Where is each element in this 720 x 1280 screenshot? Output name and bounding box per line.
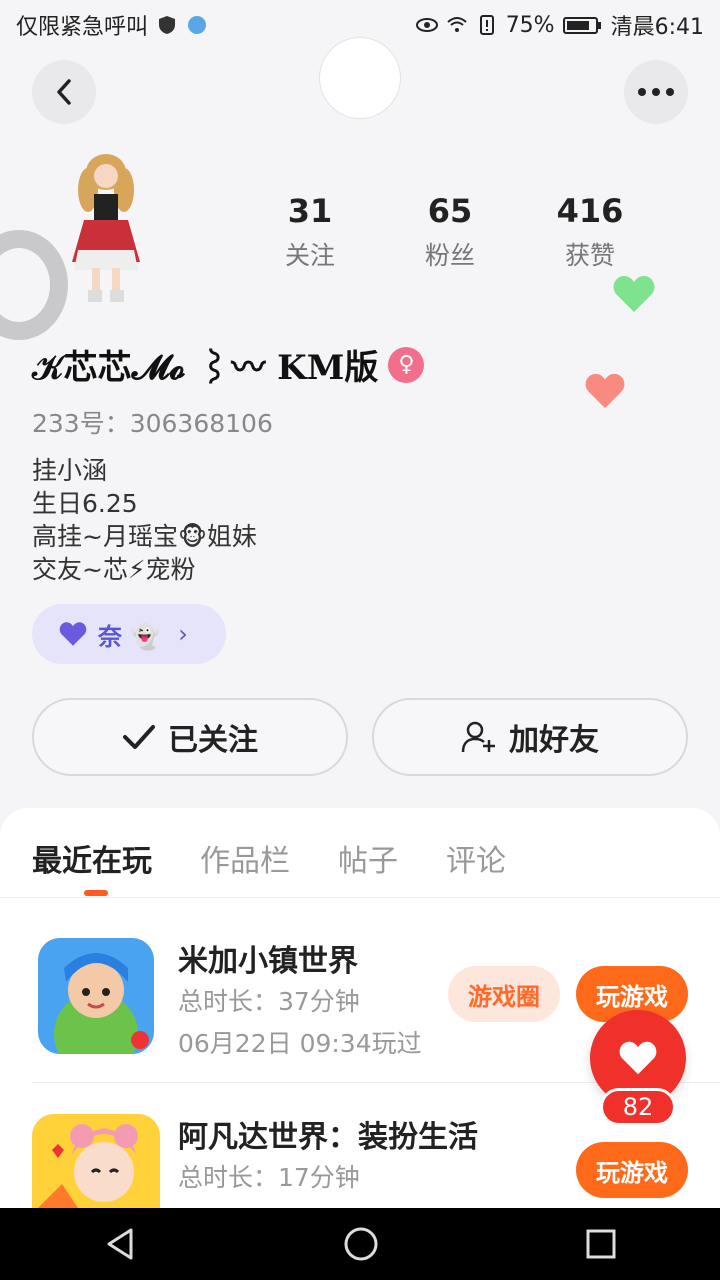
add-friend-button[interactable]: 加好友 — [372, 698, 688, 776]
more-button[interactable] — [624, 60, 688, 124]
stat-label: 获赞 — [564, 241, 615, 270]
nav-home-icon[interactable] — [343, 1226, 379, 1262]
heart-icon — [619, 1041, 657, 1075]
tag-label: 奈 👻 — [98, 622, 161, 651]
app-notification-icon — [188, 16, 207, 34]
nav-recents-icon[interactable] — [585, 1228, 617, 1260]
game-title: 米加小镇世界 — [178, 944, 358, 979]
active-tab-indicator — [84, 890, 108, 896]
stat-following[interactable]: 31 关注 — [240, 192, 380, 272]
sim-alert-icon — [479, 15, 494, 35]
eye-icon — [415, 18, 438, 32]
top-bar — [0, 38, 720, 126]
wifi-icon — [447, 17, 467, 32]
divider — [0, 897, 720, 898]
battery-icon — [562, 17, 601, 34]
game-icon-miga[interactable] — [38, 938, 154, 1054]
stat-number: 65 — [427, 192, 473, 230]
stat-likes[interactable]: 416 获赞 — [520, 192, 660, 272]
clock: 清晨6:41 — [610, 15, 704, 40]
nav-back-icon[interactable] — [103, 1227, 137, 1261]
heart-pink-icon — [585, 373, 625, 409]
tab-posts[interactable]: 帖子 — [338, 836, 398, 880]
game-circle-button[interactable]: 游戏圈 — [448, 966, 560, 1022]
profile-name-row: 𝒦芯芯𝓜𝓸 ⌇〰 KM版 ♀ — [32, 340, 425, 389]
more-dots-icon — [638, 88, 674, 96]
relationship-tag[interactable]: 奈 👻 › — [32, 604, 226, 664]
chevron-left-icon — [57, 79, 71, 105]
game-duration: 总时长：37分钟 — [178, 987, 360, 1016]
add-user-icon — [461, 721, 495, 753]
stat-label: 关注 — [284, 241, 335, 270]
game-duration: 总时长：17分钟 — [178, 1163, 360, 1192]
stat-number: 416 — [556, 192, 624, 230]
followed-button[interactable]: 已关注 — [32, 698, 348, 776]
play-game-button[interactable]: 玩游戏 — [576, 1142, 688, 1198]
profile-name: 𝒦芯芯𝓜𝓸 ⌇〰 KM版 — [32, 348, 379, 388]
chevron-right-icon: › — [178, 620, 188, 648]
user-id: 233号：306368106 — [32, 409, 273, 438]
followed-label: 已关注 — [168, 723, 258, 758]
female-icon: ♀ — [388, 346, 425, 383]
tab-works[interactable]: 作品栏 — [200, 836, 290, 880]
profile-bio: 挂小涵 生日6.25 高挂~月瑶宝🐵姐妹 交友~芯⚡宠粉 — [32, 456, 257, 584]
tab-recent-play[interactable]: 最近在玩 — [32, 836, 152, 880]
stat-label: 粉丝 — [424, 241, 475, 270]
stat-number: 31 — [287, 192, 333, 230]
game-title: 阿凡达世界：装扮生活 — [178, 1120, 478, 1155]
system-nav-bar — [0, 1208, 720, 1280]
mini-avatar — [320, 38, 400, 118]
battery-percent: 75% — [505, 12, 555, 38]
purple-heart-icon — [59, 622, 87, 646]
heart-green-icon — [613, 276, 655, 312]
tab-bar: 最近在玩 作品栏 帖子 评论 — [32, 836, 506, 880]
back-button[interactable] — [32, 60, 96, 124]
carrier-text: 仅限紧急呼叫 — [16, 15, 149, 40]
like-count-badge: 82 — [600, 1088, 676, 1126]
profile-actions: 已关注 加好友 — [32, 698, 688, 776]
avatar[interactable] — [58, 150, 154, 306]
shield-icon — [159, 16, 176, 34]
game-last-played: 06月22日 09:34玩过 — [178, 1029, 422, 1058]
stat-followers[interactable]: 65 粉丝 — [380, 192, 520, 272]
profile-stats: 31 关注 65 粉丝 416 获赞 — [240, 192, 660, 272]
check-icon — [123, 725, 155, 749]
tab-comments[interactable]: 评论 — [446, 836, 506, 880]
add-friend-label: 加好友 — [509, 723, 599, 758]
